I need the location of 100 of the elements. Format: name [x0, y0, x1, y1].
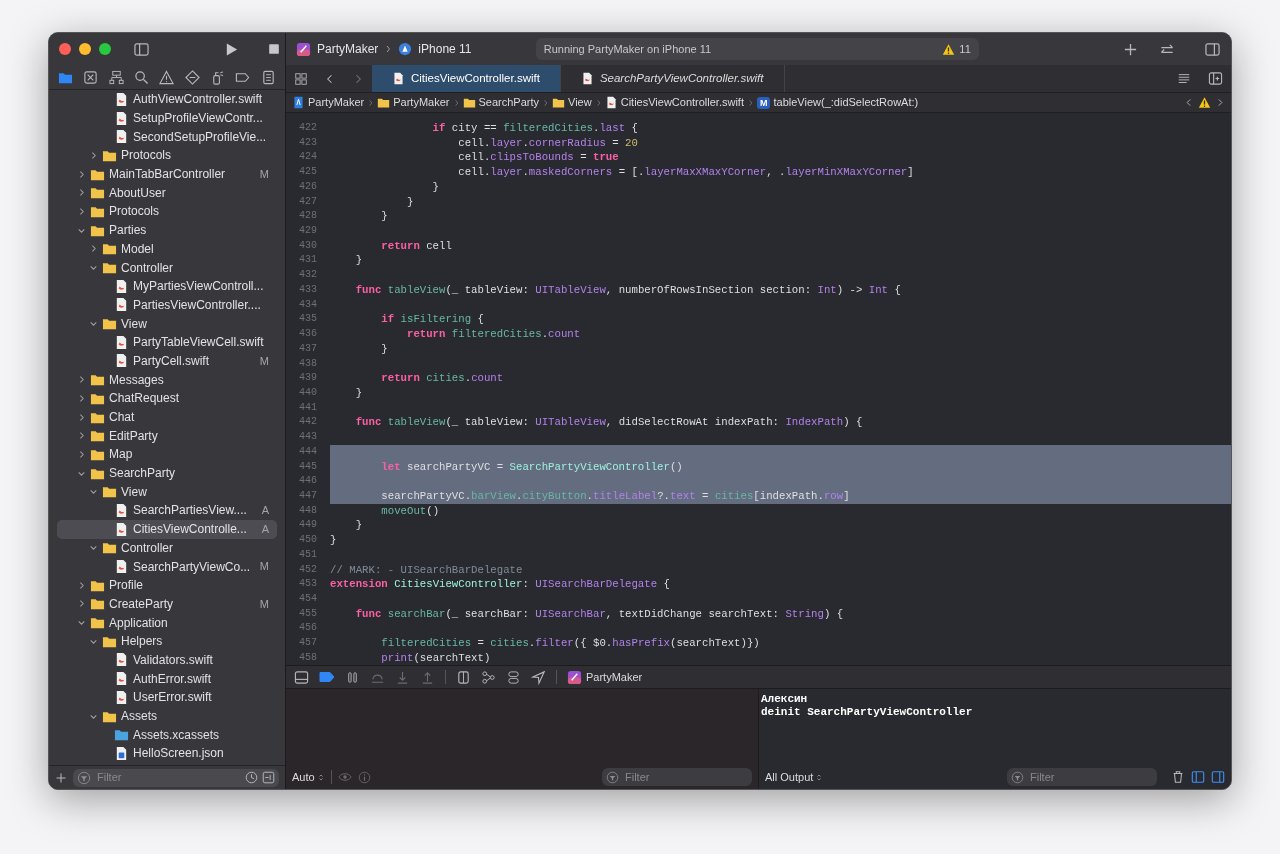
info-icon[interactable]	[357, 770, 371, 784]
file-tree-item[interactable]: AuthViewController.swift	[57, 90, 277, 109]
file-tree-item[interactable]: Controller	[57, 258, 277, 277]
file-tree-item[interactable]: EditParty	[57, 426, 277, 446]
device-icon[interactable]	[398, 42, 413, 56]
filter-input[interactable]: Filter	[623, 767, 748, 787]
debug-target[interactable]: PartyMaker	[586, 668, 643, 686]
breadcrumb-item[interactable]: SearchParty	[478, 94, 540, 111]
editor-tab[interactable]: SearchPartyViewController.swift	[560, 65, 785, 92]
scheme-name[interactable]: PartyMaker	[317, 40, 379, 58]
chevron-icon[interactable]	[88, 487, 98, 497]
sidebar-toggle-icon[interactable]	[133, 41, 150, 57]
file-tree-item[interactable]: Application	[57, 613, 277, 632]
file-tree-item[interactable]: SetupProfileViewContr...	[57, 108, 277, 128]
file-tree-item[interactable]: UserError.swift	[57, 688, 277, 707]
x-square-icon[interactable]	[83, 69, 99, 85]
chevron-icon[interactable]	[88, 543, 98, 553]
trash-icon[interactable]	[1171, 770, 1185, 784]
chevron-icon[interactable]	[76, 618, 86, 628]
file-tree-item[interactable]: ChatRequest	[57, 389, 277, 408]
step-into-icon[interactable]	[395, 669, 410, 685]
run-icon[interactable]	[224, 41, 239, 57]
scope-icon[interactable]	[262, 771, 275, 784]
warning-icon[interactable]	[942, 42, 956, 56]
file-tree-item[interactable]: Assets	[57, 706, 277, 726]
filter-input[interactable]: Filter	[95, 768, 241, 787]
file-tree-item[interactable]: PartyTableViewCell.swift	[57, 332, 277, 352]
file-tree-item[interactable]: Map	[57, 445, 277, 464]
file-tree-item[interactable]: View	[57, 482, 277, 502]
file-tree-item[interactable]: Helpers	[57, 631, 277, 651]
file-tree-item[interactable]: CreateParty M	[57, 594, 277, 614]
file-tree-item[interactable]: AuthError.swift	[57, 669, 277, 688]
output-selector[interactable]: All Output	[765, 768, 814, 786]
eye-icon[interactable]	[337, 770, 352, 784]
file-tree-item[interactable]: Profile	[57, 575, 277, 595]
file-tree-item[interactable]: PartiesViewController....	[57, 295, 277, 315]
breadcrumb-item[interactable]: PartyMaker	[308, 94, 365, 111]
close-button[interactable]	[59, 43, 71, 55]
view-hierarchy-icon[interactable]	[456, 669, 471, 685]
file-tree-item[interactable]: Messages	[57, 370, 277, 389]
warning-icon[interactable]	[1198, 96, 1211, 109]
breadcrumb-item[interactable]: View	[568, 94, 592, 111]
add-icon[interactable]	[1123, 41, 1138, 57]
warning-icon[interactable]	[159, 69, 175, 85]
environment-icon[interactable]	[506, 669, 521, 685]
search-icon[interactable]	[134, 69, 150, 85]
minimize-button[interactable]	[79, 43, 91, 55]
editor-tab[interactable]: CitiesViewController.swift	[372, 65, 561, 92]
variables-pane-icon[interactable]	[1191, 770, 1205, 784]
file-tree-item[interactable]: SearchParty	[57, 463, 277, 483]
grid-icon[interactable]	[294, 71, 308, 86]
clock-icon[interactable]	[245, 771, 258, 784]
file-tree-item[interactable]: MainTabBarController M	[57, 164, 277, 184]
file-tree-item[interactable]: Protocols	[57, 146, 277, 165]
add-editor-icon[interactable]	[1208, 71, 1223, 86]
file-tree-item[interactable]: Protocols	[57, 202, 277, 221]
file-tree-item[interactable]: HelloScreen.json	[57, 744, 277, 763]
stop-icon[interactable]	[267, 42, 281, 56]
chevron-icon[interactable]	[88, 263, 98, 273]
zoom-button[interactable]	[99, 43, 111, 55]
file-tree-item[interactable]: MyPartiesViewControll...	[57, 276, 277, 296]
filter-field[interactable]: Filter	[73, 768, 279, 787]
chevron-icon[interactable]	[88, 319, 98, 329]
file-tree-item[interactable]: SearchPartiesView.... A	[57, 501, 277, 520]
document-icon[interactable]	[260, 69, 276, 85]
breadcrumb-item[interactable]: PartyMaker	[393, 94, 450, 111]
file-tree-item[interactable]: SearchPartyViewCo... M	[57, 557, 277, 576]
file-tree-item[interactable]: View	[57, 314, 277, 333]
file-tree-item[interactable]: Model	[57, 239, 277, 259]
memory-graph-icon[interactable]	[481, 669, 496, 685]
file-tree-item[interactable]: SecondSetupProfileVie...	[57, 127, 277, 147]
file-tree-item[interactable]: Assets.xcassets	[57, 725, 277, 745]
location-icon[interactable]	[531, 669, 546, 685]
add-icon[interactable]	[55, 771, 67, 784]
step-out-icon[interactable]	[420, 669, 435, 685]
file-tree-item[interactable]: Chat	[57, 407, 277, 427]
file-tree-item[interactable]: PartyCell.swift M	[57, 351, 277, 371]
file-tree-item[interactable]: Parties	[57, 220, 277, 240]
console-pane-icon[interactable]	[1211, 770, 1225, 784]
spray-can-icon[interactable]	[210, 69, 226, 85]
breadcrumb-item[interactable]: tableView(_:didSelectRowAt:)	[773, 94, 919, 111]
scope-selector[interactable]: Auto	[292, 768, 315, 786]
debug-area-icon[interactable]	[294, 669, 309, 685]
file-tree-item[interactable]: Controller	[57, 538, 277, 558]
filter-input[interactable]: Filter	[1028, 767, 1153, 787]
breadcrumb-item[interactable]: CitiesViewController.swift	[620, 94, 744, 111]
filter-field[interactable]: Filter	[1007, 768, 1157, 786]
file-tree-item[interactable]: Validators.swift	[57, 650, 277, 670]
file-tree-item[interactable]: CitiesViewControlle... A	[57, 519, 277, 539]
diamond-icon[interactable]	[184, 69, 200, 85]
filter-field[interactable]: Filter	[602, 768, 752, 786]
app-icon[interactable]	[567, 669, 582, 685]
inspector-icon[interactable]	[1204, 41, 1221, 57]
breakpoint-icon[interactable]	[319, 671, 335, 683]
app-icon[interactable]	[296, 41, 311, 57]
lines-icon[interactable]	[1176, 71, 1192, 86]
device-name[interactable]: iPhone 11	[418, 40, 472, 58]
hierarchy-icon[interactable]	[108, 69, 124, 85]
file-tree-item[interactable]: AboutUser	[57, 183, 277, 203]
pause-icon[interactable]	[345, 669, 360, 685]
